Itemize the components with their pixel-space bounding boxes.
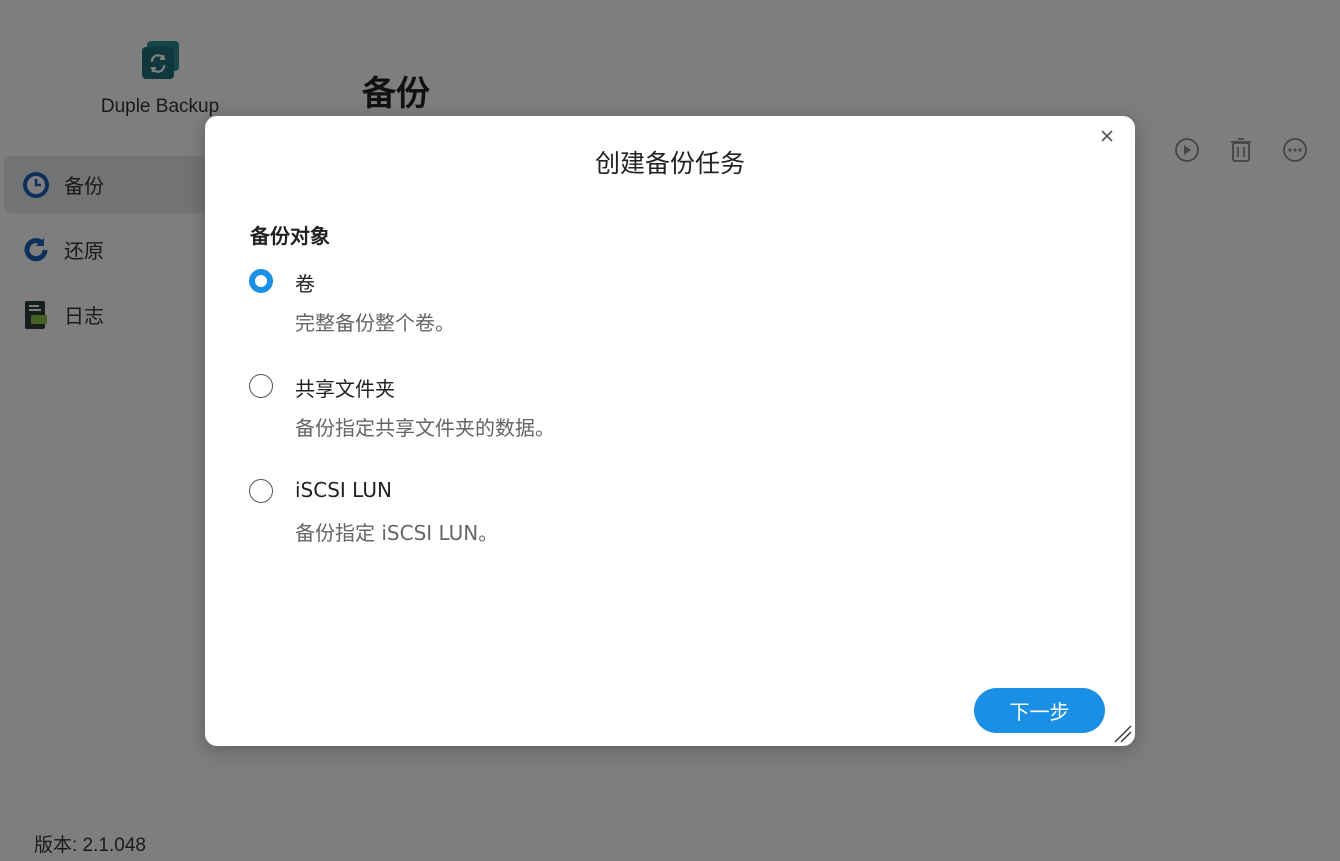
create-backup-dialog: 创建备份任务 备份对象 卷 完整备份整个卷。 共享文件夹 备份指定共享文件夹的数… [205, 116, 1135, 746]
option-description: 备份指定 iSCSI LUN。 [295, 521, 499, 545]
option-label: 卷 [295, 272, 315, 296]
option-label: iSCSI LUN [295, 478, 392, 502]
radio-iscsi-lun[interactable] [249, 479, 273, 503]
dialog-title: 创建备份任务 [594, 149, 745, 178]
section-label: 备份对象 [250, 224, 330, 248]
option-description: 完整备份整个卷。 [295, 311, 455, 335]
option-iscsi-lun[interactable]: iSCSI LUN 备份指定 iSCSI LUN。 [249, 478, 949, 569]
option-label: 共享文件夹 [295, 377, 395, 401]
radio-shared-folder[interactable] [249, 374, 273, 398]
option-description: 备份指定共享文件夹的数据。 [295, 416, 555, 440]
resize-handle-icon[interactable] [1111, 722, 1133, 744]
option-volume[interactable]: 卷 完整备份整个卷。 [249, 269, 949, 359]
radio-volume[interactable] [249, 269, 273, 293]
close-icon[interactable] [1097, 126, 1117, 146]
option-shared-folder[interactable]: 共享文件夹 备份指定共享文件夹的数据。 [249, 374, 949, 464]
next-button[interactable]: 下一步 [974, 688, 1105, 733]
